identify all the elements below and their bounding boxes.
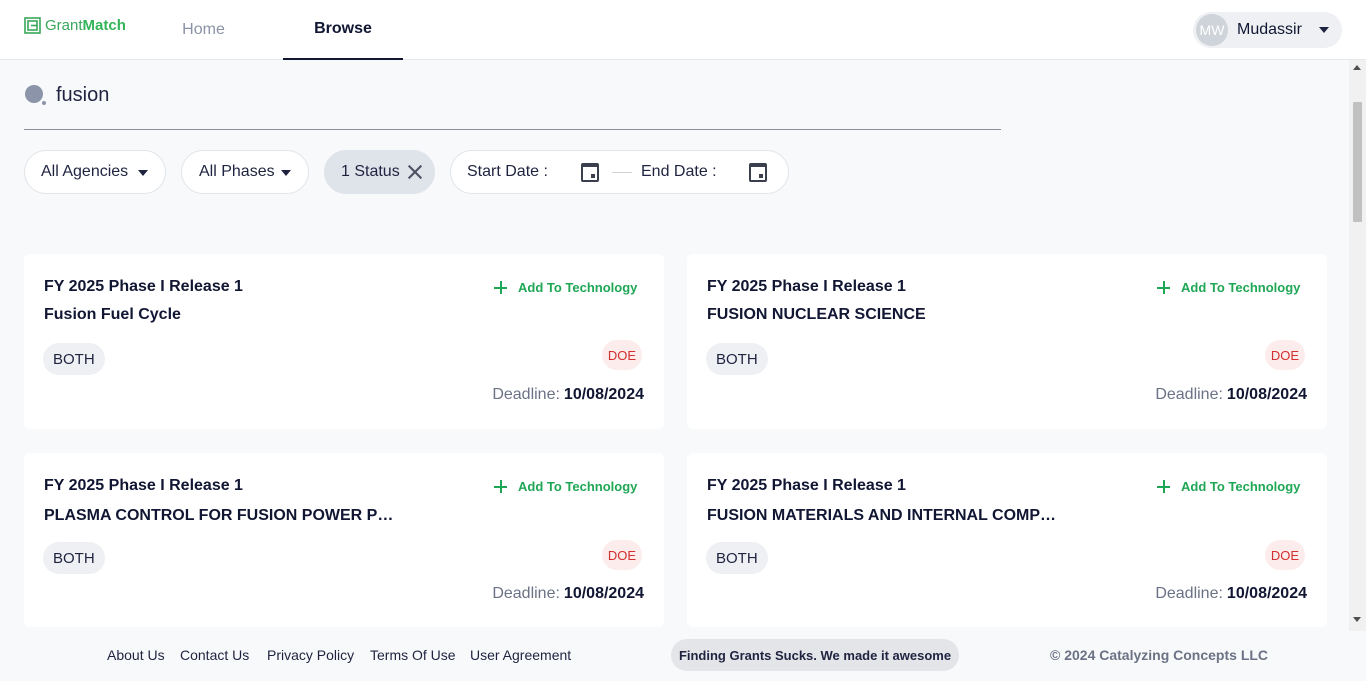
scroll-up-arrow-icon[interactable] bbox=[1353, 65, 1361, 70]
footer-link-contact[interactable]: Contact Us bbox=[180, 647, 249, 663]
footer-link-privacy[interactable]: Privacy Policy bbox=[267, 647, 354, 663]
grant-card[interactable]: FY 2025 Phase I Release 1 Fusion Fuel Cy… bbox=[24, 254, 664, 429]
page-scrollbar[interactable] bbox=[1349, 60, 1366, 631]
footer-link-user-agreement[interactable]: User Agreement bbox=[470, 647, 571, 663]
deadline-label: Deadline: bbox=[492, 386, 560, 403]
status-filter-label: 1 Status bbox=[341, 163, 400, 180]
phases-filter[interactable]: All Phases bbox=[181, 150, 309, 194]
add-to-technology-label: Add To Technology bbox=[1181, 479, 1301, 494]
phases-filter-label: All Phases bbox=[199, 163, 275, 180]
avatar: MW bbox=[1196, 14, 1228, 46]
type-badge: BOTH bbox=[706, 343, 768, 375]
footer-link-terms[interactable]: Terms Of Use bbox=[370, 647, 456, 663]
logo-icon bbox=[24, 17, 41, 34]
card-title[interactable]: PLASMA CONTROL FOR FUSION POWER PL... bbox=[44, 507, 394, 525]
add-to-technology-label: Add To Technology bbox=[518, 280, 638, 295]
card-phase: FY 2025 Phase I Release 1 bbox=[44, 477, 243, 494]
logo-text-grant: Grant bbox=[45, 17, 83, 34]
scroll-thumb[interactable] bbox=[1353, 102, 1362, 222]
add-to-technology-button[interactable]: Add To Technology bbox=[494, 280, 637, 295]
deadline-value: 10/08/2024 bbox=[563, 585, 644, 602]
agency-badge: DOE bbox=[1265, 340, 1305, 370]
type-badge: BOTH bbox=[43, 343, 105, 375]
nav-tab-home[interactable]: Home bbox=[143, 0, 264, 60]
user-name: Mudassir bbox=[1237, 21, 1302, 38]
add-to-technology-label: Add To Technology bbox=[1181, 280, 1301, 295]
add-to-technology-button[interactable]: Add To Technology bbox=[1157, 280, 1300, 295]
close-icon[interactable] bbox=[407, 164, 423, 180]
card-phase: FY 2025 Phase I Release 1 bbox=[44, 278, 243, 295]
nav-tab-browse[interactable]: Browse bbox=[283, 0, 403, 60]
deadline: Deadline: 10/08/2024 bbox=[492, 386, 644, 404]
search-icon bbox=[24, 84, 46, 106]
deadline-label: Deadline: bbox=[1155, 386, 1223, 403]
deadline-label: Deadline: bbox=[1155, 585, 1223, 602]
search-bar bbox=[24, 78, 1001, 130]
card-title[interactable]: FUSION MATERIALS AND INTERNAL COMPO... bbox=[707, 507, 1057, 525]
card-title[interactable]: FUSION NUCLEAR SCIENCE bbox=[707, 306, 926, 324]
plus-icon bbox=[1157, 480, 1170, 493]
card-title[interactable]: Fusion Fuel Cycle bbox=[44, 306, 181, 324]
tagline-badge: Finding Grants Sucks. We made it awesome bbox=[671, 639, 959, 671]
type-badge: BOTH bbox=[43, 542, 105, 574]
copyright: © 2024 Catalyzing Concepts LLC bbox=[1050, 647, 1269, 663]
top-header: Grant Match Home Browse MW Mudassir bbox=[0, 0, 1366, 60]
agencies-filter-label: All Agencies bbox=[41, 163, 129, 180]
scroll-down-arrow-icon[interactable] bbox=[1353, 617, 1361, 622]
agency-badge: DOE bbox=[1265, 540, 1305, 570]
deadline-value: 10/08/2024 bbox=[1226, 386, 1307, 403]
footer-link-about[interactable]: About Us bbox=[107, 647, 165, 663]
agencies-filter[interactable]: All Agencies bbox=[24, 150, 166, 194]
end-date-label: End Date : bbox=[641, 163, 717, 180]
add-to-technology-button[interactable]: Add To Technology bbox=[1157, 479, 1300, 494]
plus-icon bbox=[494, 281, 507, 294]
deadline-value: 10/08/2024 bbox=[563, 386, 644, 403]
search-input[interactable] bbox=[56, 83, 956, 107]
chevron-down-icon bbox=[138, 170, 148, 176]
agency-badge: DOE bbox=[602, 540, 642, 570]
deadline-value: 10/08/2024 bbox=[1226, 585, 1307, 602]
deadline-label: Deadline: bbox=[492, 585, 560, 602]
grant-card[interactable]: FY 2025 Phase I Release 1 PLASMA CONTROL… bbox=[24, 453, 664, 627]
logo-text-match: Match bbox=[82, 17, 126, 34]
grantmatch-logo[interactable]: Grant Match bbox=[24, 17, 126, 34]
date-range-filter: Start Date : End Date : bbox=[450, 150, 789, 194]
start-date-label: Start Date : bbox=[467, 163, 548, 180]
plus-icon bbox=[494, 480, 507, 493]
card-phase: FY 2025 Phase I Release 1 bbox=[707, 278, 906, 295]
chevron-down-icon bbox=[281, 170, 291, 176]
grant-card[interactable]: FY 2025 Phase I Release 1 FUSION MATERIA… bbox=[687, 453, 1327, 627]
calendar-icon[interactable] bbox=[749, 163, 767, 182]
date-range-separator bbox=[612, 172, 632, 173]
calendar-icon[interactable] bbox=[581, 163, 599, 182]
deadline: Deadline: 10/08/2024 bbox=[1155, 585, 1307, 603]
status-filter[interactable]: 1 Status bbox=[324, 150, 435, 194]
chevron-down-icon bbox=[1319, 27, 1329, 33]
grant-card[interactable]: FY 2025 Phase I Release 1 FUSION NUCLEAR… bbox=[687, 254, 1327, 429]
add-to-technology-label: Add To Technology bbox=[518, 479, 638, 494]
add-to-technology-button[interactable]: Add To Technology bbox=[494, 479, 637, 494]
plus-icon bbox=[1157, 281, 1170, 294]
card-phase: FY 2025 Phase I Release 1 bbox=[707, 477, 906, 494]
deadline: Deadline: 10/08/2024 bbox=[1155, 386, 1307, 404]
type-badge: BOTH bbox=[706, 542, 768, 574]
footer: About Us Contact Us Privacy Policy Terms… bbox=[0, 631, 1366, 681]
user-menu[interactable]: MW Mudassir bbox=[1193, 12, 1342, 48]
deadline: Deadline: 10/08/2024 bbox=[492, 585, 644, 603]
agency-badge: DOE bbox=[602, 340, 642, 370]
